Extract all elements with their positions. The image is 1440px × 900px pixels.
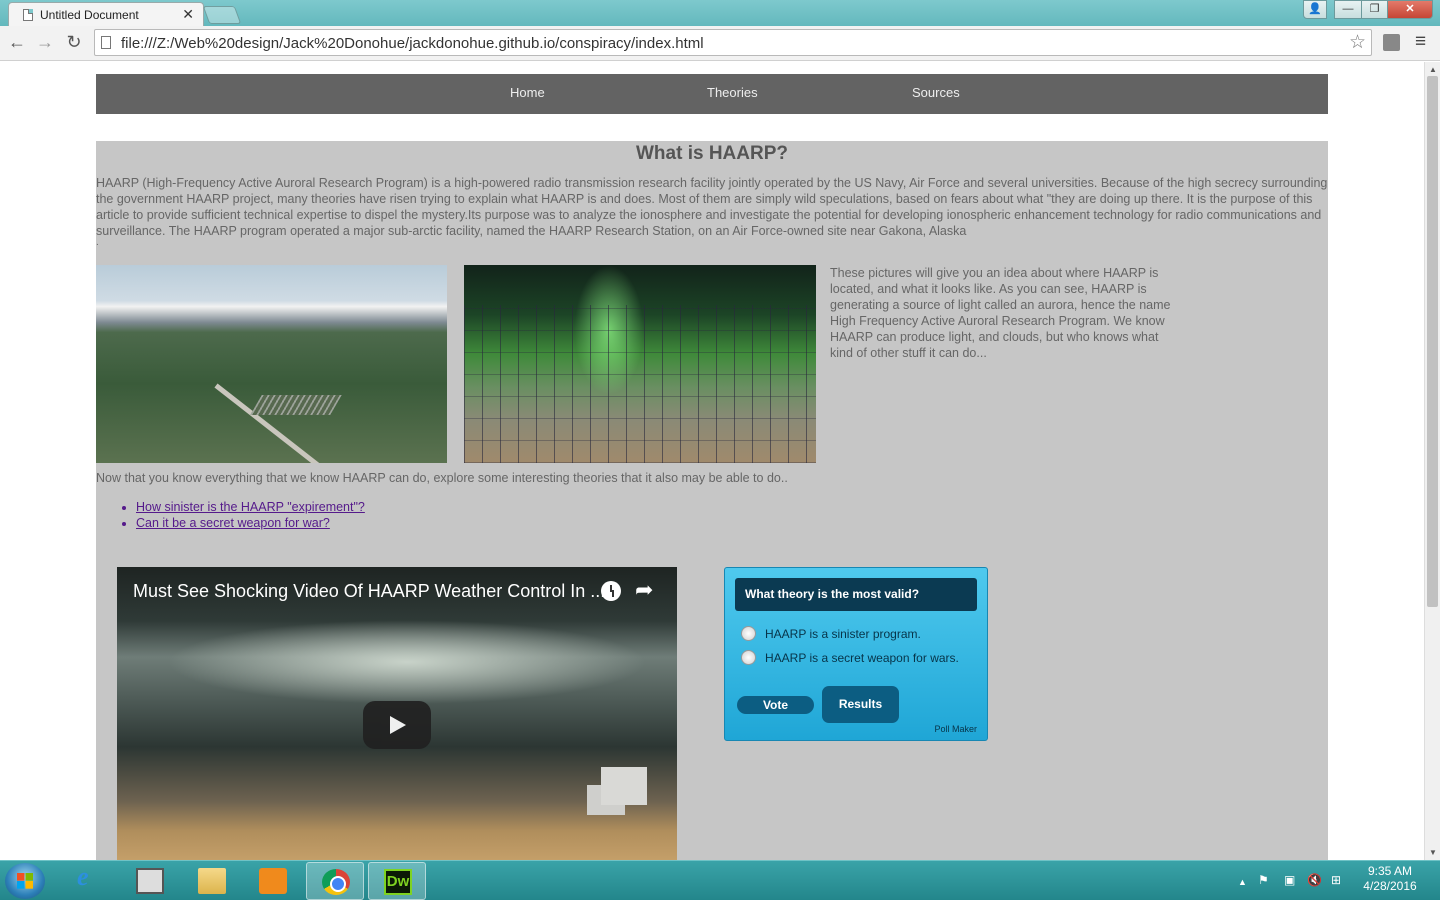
address-bar[interactable]: file:///Z:/Web%20design/Jack%20Donohue/j… <box>94 29 1372 56</box>
start-button[interactable] <box>5 863 45 899</box>
system-clock[interactable]: 9:35 AM 4/28/2016 <box>1352 864 1428 894</box>
document-icon <box>23 9 33 21</box>
dreamweaver-icon: Dw <box>384 869 412 895</box>
tray-expand-arrow-icon[interactable]: ▲ <box>1238 877 1247 887</box>
poll-question: What theory is the most valid? <box>735 578 977 611</box>
scroll-thumb[interactable] <box>1427 76 1438 607</box>
folder-icon <box>198 868 226 894</box>
chrome-icon <box>322 869 350 895</box>
intro-trailing-text: . <box>96 237 99 248</box>
action-center-flag-icon[interactable]: ⚑ <box>1258 873 1269 887</box>
taskbar-dreamweaver[interactable]: Dw <box>368 862 426 900</box>
main-content: What is HAARP? HAARP (High-Frequency Act… <box>96 141 1328 860</box>
internet-explorer-icon: e <box>77 862 89 891</box>
user-icon[interactable]: 👤 <box>1303 0 1327 19</box>
new-tab-button[interactable] <box>202 6 242 24</box>
poll-maker-link[interactable]: Poll Maker <box>934 724 977 734</box>
radio-button[interactable] <box>741 626 756 641</box>
forward-arrow-icon[interactable]: → <box>34 32 56 53</box>
tab-close-icon[interactable]: ✕ <box>182 6 194 23</box>
scroll-up-arrow-icon[interactable]: ▲ <box>1429 65 1437 74</box>
tab-title: Untitled Document <box>40 8 139 22</box>
reload-icon[interactable]: ↻ <box>63 32 85 53</box>
browser-titlebar: Untitled Document ✕ 👤 — ❐ ✕ <box>0 0 1440 28</box>
url-text[interactable]: file:///Z:/Web%20design/Jack%20Donohue/j… <box>121 35 704 52</box>
haarp-aerial-photo <box>96 265 447 463</box>
vertical-scrollbar[interactable]: ▲ ▼ <box>1424 62 1440 860</box>
network-icon[interactable]: ▣ <box>1284 873 1295 887</box>
page-viewport: Home Theories Sources What is HAARP? HAA… <box>0 62 1424 860</box>
maximize-button[interactable]: ❐ <box>1361 0 1388 19</box>
taskbar-chrome[interactable] <box>306 862 364 900</box>
video-scene-buildings <box>601 767 647 805</box>
browser-tab[interactable]: Untitled Document ✕ <box>8 2 204 28</box>
share-icon[interactable]: ➦ <box>635 577 653 603</box>
poll-widget: What theory is the most valid? HAARP is … <box>724 567 988 741</box>
explore-text: Now that you know everything that we kno… <box>96 471 788 485</box>
antenna-grid <box>464 305 816 463</box>
bookmark-star-icon[interactable]: ☆ <box>1349 31 1366 54</box>
taskbar-file-manager[interactable] <box>183 862 241 900</box>
vote-button[interactable]: Vote <box>737 696 814 714</box>
nav-link-home[interactable]: Home <box>510 85 545 100</box>
taskbar-media-player[interactable] <box>244 862 302 900</box>
poll-option-label[interactable]: HAARP is a secret weapon for wars. <box>765 651 959 665</box>
browser-toolbar: ← → ↻ file:///Z:/Web%20design/Jack%20Don… <box>0 26 1440 61</box>
video-player[interactable]: Must See Shocking Video Of HAARP Weather… <box>117 567 677 860</box>
results-button[interactable]: Results <box>822 686 899 723</box>
clock-time: 9:35 AM <box>1367 864 1413 878</box>
theory-link-sinister[interactable]: How sinister is the HAARP "expirement"? <box>136 500 365 514</box>
window-explorer-icon <box>136 868 164 894</box>
media-player-icon <box>259 868 287 894</box>
list-item: How sinister is the HAARP "expirement"? <box>136 499 365 515</box>
menu-icon[interactable]: ≡ <box>1415 31 1426 53</box>
back-arrow-icon[interactable]: ← <box>6 32 28 53</box>
nav-link-sources[interactable]: Sources <box>912 85 960 100</box>
minimize-button[interactable]: — <box>1334 0 1362 19</box>
site-navbar: Home Theories Sources <box>96 74 1328 114</box>
taskbar-internet-explorer[interactable]: e <box>60 862 118 900</box>
intro-paragraph: HAARP (High-Frequency Active Auroral Res… <box>96 176 1328 238</box>
list-item: Can it be a secret weapon for war? <box>136 515 365 531</box>
page-icon <box>101 36 111 49</box>
extension-icon[interactable] <box>1383 34 1400 51</box>
close-window-button[interactable]: ✕ <box>1387 0 1433 19</box>
radio-button[interactable] <box>741 650 756 665</box>
theory-list: How sinister is the HAARP "expirement"? … <box>136 499 365 531</box>
nav-link-theories[interactable]: Theories <box>707 85 758 100</box>
watch-later-clock-icon[interactable] <box>601 581 621 601</box>
windows-icon[interactable]: ⊞ <box>1331 873 1341 887</box>
play-button[interactable] <box>363 701 431 749</box>
poll-option-label[interactable]: HAARP is a sinister program. <box>765 627 921 641</box>
windows-taskbar: e Dw <box>0 860 1440 900</box>
scroll-down-arrow-icon[interactable]: ▼ <box>1429 848 1437 857</box>
video-title[interactable]: Must See Shocking Video Of HAARP Weather… <box>133 581 605 602</box>
photo-caption: These pictures will give you an idea abo… <box>830 266 1171 360</box>
antenna-array-shape <box>250 395 342 415</box>
page-title: What is HAARP? <box>636 143 788 164</box>
theory-link-weapon[interactable]: Can it be a secret weapon for war? <box>136 516 330 530</box>
haarp-aurora-photo <box>464 265 816 463</box>
volume-muted-icon[interactable]: 🔇 <box>1307 873 1322 887</box>
taskbar-explorer[interactable] <box>121 862 179 900</box>
clock-date: 4/28/2016 <box>1363 879 1417 893</box>
